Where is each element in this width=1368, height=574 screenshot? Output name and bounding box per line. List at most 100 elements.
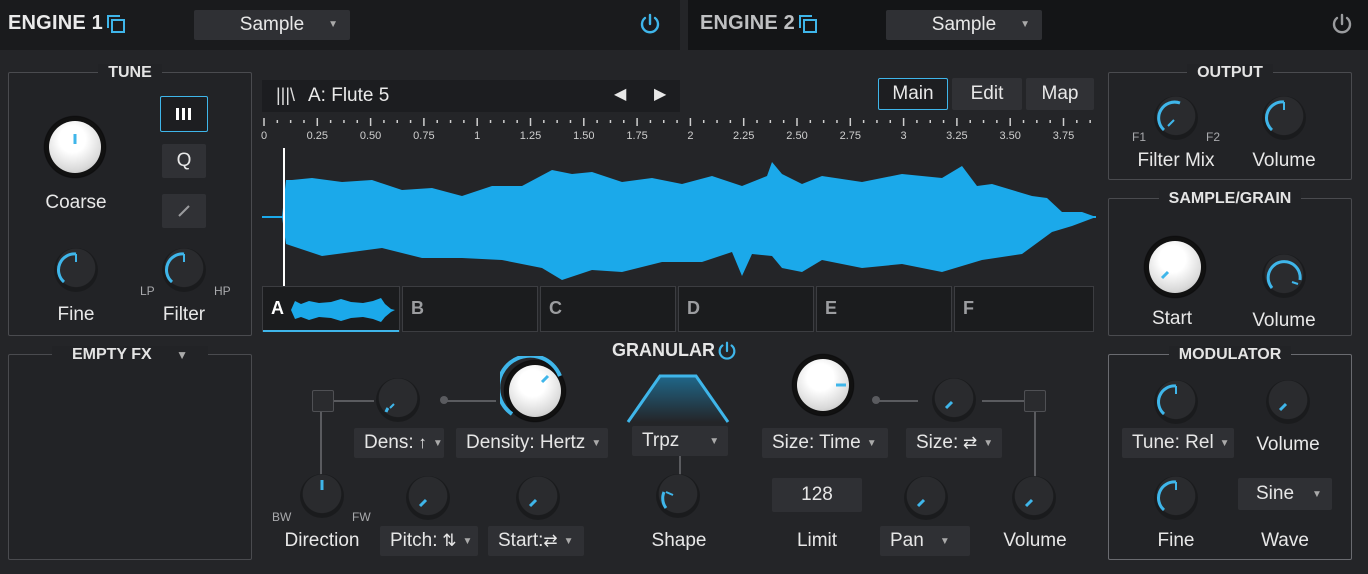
engine2-type-select[interactable]: Sample ▼: [886, 10, 1042, 40]
limit-value-field[interactable]: 128: [772, 478, 862, 512]
sample-grain-title: SAMPLE/GRAIN: [1109, 190, 1351, 208]
pan-knob[interactable]: [904, 476, 948, 520]
tab-edit[interactable]: Edit: [952, 78, 1022, 110]
shape-select[interactable]: Trpz ▼: [632, 426, 728, 456]
ruler-label: 3: [900, 130, 907, 142]
engine2-bar: ENGINE 2 Sample ▼: [688, 0, 1368, 50]
next-sample-icon[interactable]: ▶: [654, 84, 666, 104]
chevron-down-icon: ▼: [328, 19, 338, 30]
slot-b[interactable]: B: [402, 286, 538, 332]
mod-tune-knob[interactable]: [1154, 380, 1198, 424]
density-knob[interactable]: [500, 356, 570, 426]
connector-line: [446, 400, 496, 402]
chevron-down-icon: ▼: [1020, 19, 1030, 30]
output-volume-knob[interactable]: [1262, 96, 1306, 140]
waveform[interactable]: [262, 148, 1096, 286]
limit-label: Limit: [796, 530, 838, 551]
draw-button[interactable]: [162, 194, 206, 228]
shape-knob[interactable]: [656, 474, 700, 518]
start-mode-select[interactable]: Start:⇄ ▼: [488, 526, 584, 556]
tab-map[interactable]: Map: [1026, 78, 1094, 110]
size-knob[interactable]: [788, 350, 858, 420]
filter-mix-label: Filter Mix: [1137, 150, 1215, 171]
time-ruler: [263, 118, 1091, 126]
engine1-title: ENGINE 1: [8, 12, 103, 34]
connector-line: [1034, 412, 1036, 478]
mod-fine-knob[interactable]: [1154, 476, 1198, 520]
ruler-label: 1.75: [626, 130, 648, 142]
direction-label: Direction: [284, 530, 360, 551]
size-random-knob[interactable]: [932, 378, 976, 422]
copy-icon[interactable]: [798, 14, 818, 34]
grain-volume-knob[interactable]: [1262, 254, 1306, 298]
modulator-title: MODULATOR: [1109, 346, 1351, 364]
ruler-label: 1: [474, 130, 481, 142]
ruler-label: 2.50: [786, 130, 808, 142]
fine-knob[interactable]: [54, 248, 98, 292]
filter-mix-f1-label: F1: [1132, 130, 1147, 144]
granular-volume-knob[interactable]: [1012, 476, 1056, 520]
filter-hp-label: HP: [214, 284, 231, 298]
start-knob[interactable]: [516, 476, 560, 520]
grain-start-label: Start: [1151, 308, 1193, 329]
slot-a[interactable]: A: [262, 286, 400, 332]
slot-c[interactable]: C: [540, 286, 676, 332]
density-mode-select[interactable]: Density: Hertz ▼: [456, 428, 608, 458]
shape-label: Shape: [651, 530, 707, 551]
filter-knob[interactable]: [162, 248, 206, 292]
engine2-type-value: Sample: [931, 14, 997, 35]
size-mode-select[interactable]: Size: Time ▼: [762, 428, 888, 458]
pencil-icon: [178, 205, 190, 217]
piano-icon: [176, 108, 191, 120]
prev-sample-icon[interactable]: ◀: [614, 84, 626, 104]
mod-volume-knob[interactable]: [1266, 380, 1310, 424]
slot-a-thumbnail: [291, 298, 395, 322]
sample-browser-icon: |||\: [276, 85, 296, 105]
pitch-knob[interactable]: [406, 476, 450, 520]
pan-select[interactable]: Pan ▼: [880, 526, 970, 556]
direction-fw-label: FW: [352, 510, 371, 524]
filter-lp-label: LP: [140, 284, 155, 298]
quantize-button[interactable]: Q: [162, 144, 206, 178]
power-icon[interactable]: [1330, 12, 1354, 36]
granular-power-icon[interactable]: [716, 340, 738, 362]
grain-start-knob[interactable]: [1140, 232, 1210, 302]
slot-f[interactable]: F: [954, 286, 1094, 332]
direction-knob[interactable]: [300, 474, 344, 518]
keyboard-mode-button[interactable]: [160, 96, 208, 132]
trapezoid-shape-icon: [626, 374, 730, 423]
direction-bw-label: BW: [272, 510, 292, 524]
engine1-type-select[interactable]: Sample ▼: [194, 10, 350, 40]
slot-d[interactable]: D: [678, 286, 814, 332]
ruler-label: 1.50: [573, 130, 595, 142]
pitch-mode-select[interactable]: Pitch: ⇅ ▼: [380, 526, 478, 556]
coarse-knob[interactable]: [40, 112, 110, 182]
dens-mode-select[interactable]: Dens: ↑ ▼: [354, 428, 444, 458]
ruler-label: 1.25: [519, 130, 542, 142]
size-random-select[interactable]: Size: ⇄ ▼: [906, 428, 1002, 458]
mod-volume-label: Volume: [1256, 434, 1320, 455]
copy-icon[interactable]: [106, 14, 126, 34]
connector-line: [334, 400, 374, 402]
output-title: OUTPUT: [1109, 64, 1351, 82]
filter-label: Filter: [162, 304, 206, 325]
filter-mix-knob[interactable]: [1154, 96, 1198, 140]
output-volume-label: Volume: [1252, 150, 1316, 171]
fx-title[interactable]: EMPTY FX ▼: [9, 346, 251, 364]
mod-tune-select[interactable]: Tune: Rel ▼: [1122, 428, 1234, 458]
connector-line: [878, 400, 918, 402]
engine1-type-value: Sample: [239, 14, 305, 35]
power-icon[interactable]: [638, 12, 662, 36]
ruler-label: 0.50: [359, 130, 382, 142]
ruler-label: 3.50: [999, 130, 1021, 142]
density-random-knob[interactable]: [376, 378, 420, 422]
dice-icon[interactable]: [1024, 390, 1046, 412]
dice-icon[interactable]: [312, 390, 334, 412]
quantize-label: Q: [176, 150, 192, 171]
tab-main[interactable]: Main: [878, 78, 948, 110]
wave-label: Wave: [1261, 530, 1309, 551]
slot-e[interactable]: E: [816, 286, 952, 332]
filter-mix-f2-label: F2: [1206, 130, 1221, 144]
grain-volume-label: Volume: [1252, 310, 1316, 331]
wave-select[interactable]: Sine ▼: [1238, 478, 1332, 510]
